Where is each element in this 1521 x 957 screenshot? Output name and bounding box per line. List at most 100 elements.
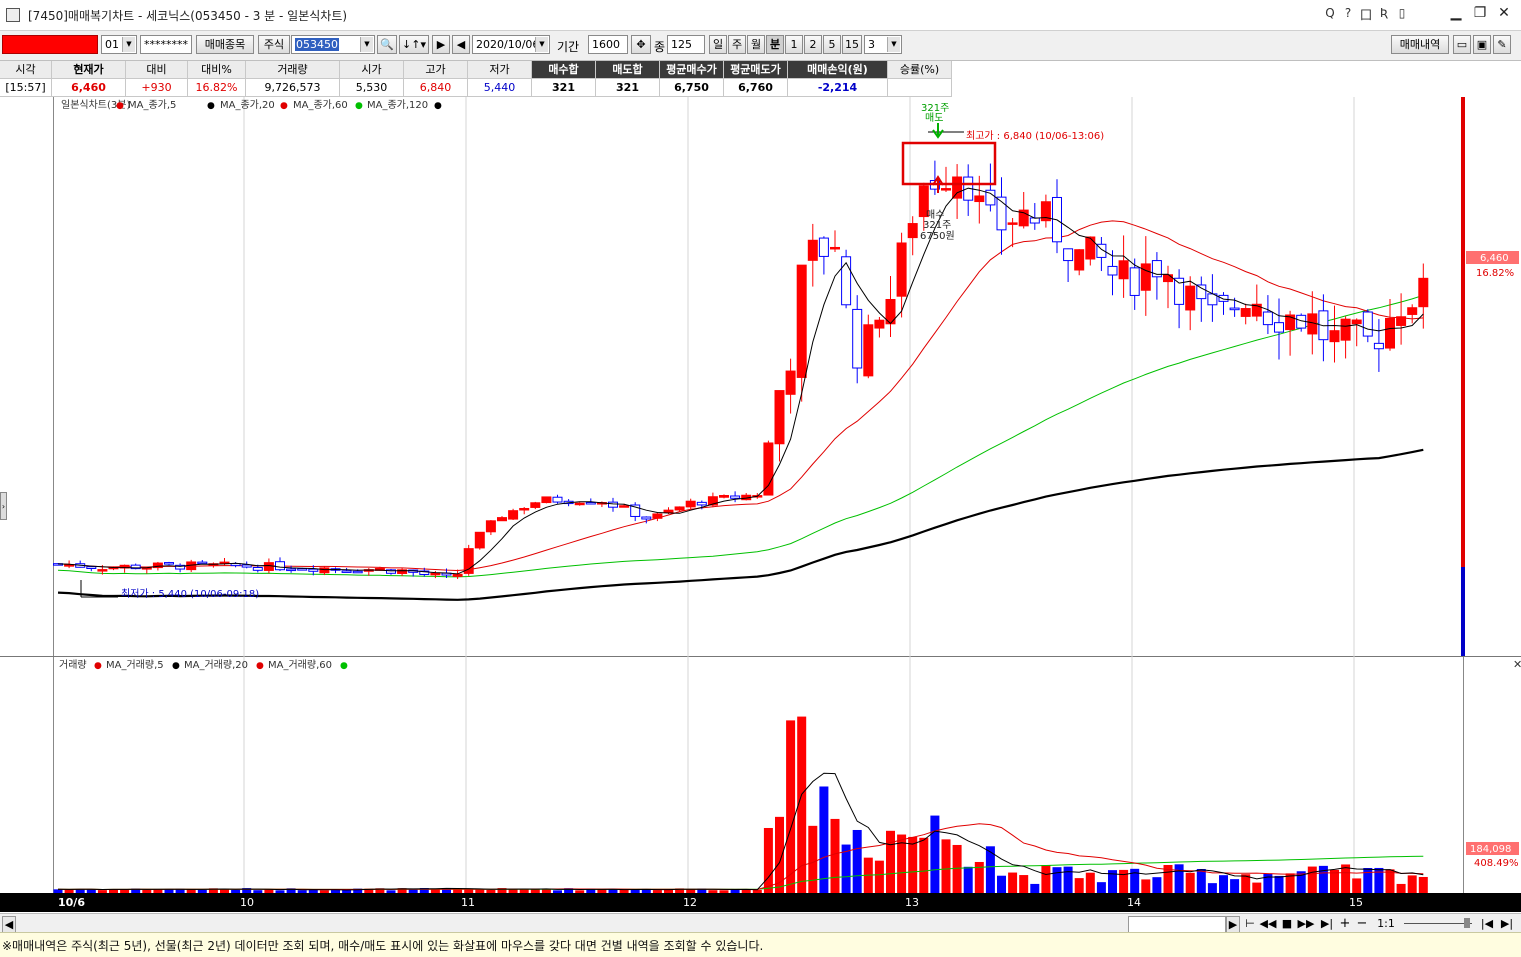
volume-bar xyxy=(1396,883,1406,893)
legend-dot: ● xyxy=(172,661,180,671)
scale-bar-down xyxy=(1461,567,1465,656)
candle-body xyxy=(874,319,885,329)
candle-body xyxy=(541,496,552,504)
side-expand-tab[interactable]: › xyxy=(0,492,7,520)
scroll-left-icon[interactable]: ◀ xyxy=(2,916,16,933)
sort-icon[interactable]: ↓↑▾ xyxy=(399,35,429,54)
skip-forward-icon[interactable]: ▶| xyxy=(1318,916,1336,931)
help-icon[interactable]: ? xyxy=(1340,6,1356,20)
zoom-ratio[interactable]: 1:1 xyxy=(1372,916,1400,931)
stock-code-value: 053450 xyxy=(295,38,339,51)
legend-dot: ● xyxy=(256,661,264,671)
scroll-thumb[interactable] xyxy=(1128,916,1226,933)
period-month-button[interactable]: 월 xyxy=(747,35,765,54)
trade-items-button[interactable]: 매매종목 xyxy=(196,35,254,54)
volume-bar xyxy=(786,720,796,893)
title-bar: [7450]매매복기차트 - 세코닉스(053450 - 3 분 - 일본식차트… xyxy=(0,0,1521,31)
legend-vma5: MA_거래량,5 xyxy=(106,659,164,671)
fast-forward-icon[interactable]: ▶▶ xyxy=(1297,916,1315,931)
pin-icon[interactable]: ▯ xyxy=(1394,6,1410,20)
first-page-icon[interactable]: ⊢ xyxy=(1243,916,1257,931)
candle-body xyxy=(508,510,519,520)
volume-bar xyxy=(1207,883,1217,893)
chart-type-icon[interactable]: ✥ xyxy=(631,35,651,54)
period-day-button[interactable]: 일 xyxy=(709,35,727,54)
minute-2-button[interactable]: 2 xyxy=(804,35,822,54)
volume-bar xyxy=(1008,872,1018,893)
info-high: 6,840 xyxy=(404,79,468,97)
candle-body xyxy=(164,562,174,565)
prev-arrow-icon[interactable]: ◀ xyxy=(452,35,470,54)
layout-icon[interactable]: 囗 xyxy=(1358,6,1374,23)
volume-bar xyxy=(1063,866,1073,893)
candle-body xyxy=(585,501,596,505)
candle-body xyxy=(241,564,252,568)
zoom-slider[interactable] xyxy=(1402,916,1474,931)
period-week-button[interactable]: 주 xyxy=(728,35,746,54)
info-header: 매도합 xyxy=(596,61,660,79)
chart-area[interactable]: 일본식차트(3분) ● MA_종가,5 ● MA_종가,20 ● MA_종가,6… xyxy=(0,97,1521,893)
window-title: [7450]매매복기차트 - 세코닉스(053450 - 3 분 - 일본식차트… xyxy=(28,9,348,23)
stop-icon[interactable]: ■ xyxy=(1280,916,1294,931)
low-price-label: 최저가 : 5,440 (10/06-09:18) xyxy=(121,588,259,600)
close-button[interactable]: ✕ xyxy=(1492,2,1516,24)
date-input[interactable]: 2020/10/06 ▼ xyxy=(472,35,550,54)
period-input[interactable]: 1600 xyxy=(588,35,628,54)
candle-body xyxy=(1396,316,1407,326)
volume-bar xyxy=(997,875,1006,893)
account-suffix-select[interactable]: 01 ▼ xyxy=(101,35,137,54)
last-bar-icon[interactable]: ▶| xyxy=(1500,916,1514,931)
maximize-button[interactable]: ❐ xyxy=(1468,2,1492,24)
candle-body xyxy=(841,256,852,306)
scale-bar-up xyxy=(1461,97,1465,567)
minute-15-button[interactable]: 15 xyxy=(842,35,862,54)
candle-body xyxy=(252,566,263,571)
volume-bar xyxy=(819,786,829,893)
candle-body xyxy=(941,188,951,191)
candle-body xyxy=(696,501,707,506)
wrench-icon[interactable]: ✎ xyxy=(1493,35,1511,54)
candle-body xyxy=(685,500,696,508)
rewind-icon[interactable]: ◀◀ xyxy=(1259,916,1277,931)
next-arrow-icon[interactable]: ▶ xyxy=(432,35,450,54)
candle-body xyxy=(485,520,496,533)
minute-5-button[interactable]: 5 xyxy=(823,35,841,54)
info-low: 5,440 xyxy=(468,79,532,97)
folder-icon[interactable]: ▭ xyxy=(1453,35,1471,54)
save-icon[interactable]: ▣ xyxy=(1473,35,1491,54)
legend-dot: ● xyxy=(434,101,442,111)
close-icon[interactable]: ✕ xyxy=(1513,658,1521,671)
minimize-button[interactable]: ▁ xyxy=(1444,2,1468,24)
stock-code-input[interactable]: 053450 ▼ xyxy=(291,35,375,54)
count-input[interactable]: 125 xyxy=(667,35,705,54)
volume-bar xyxy=(808,825,818,893)
current-price-tag-text: 6,460 xyxy=(1480,253,1509,264)
notice-text: ※매매내역은 주식(최근 5년), 선물(최근 2년) 데이터만 조회 되며, … xyxy=(2,939,764,953)
volume-bar xyxy=(1219,875,1228,893)
x-axis-label: 10 xyxy=(240,896,254,909)
trade-history-button[interactable]: 매매내역 xyxy=(1391,35,1449,54)
zoom-in-icon[interactable]: + xyxy=(1338,916,1352,931)
password-field[interactable]: ******** xyxy=(140,35,192,54)
count-label: 종 xyxy=(654,40,666,54)
minute-1-button[interactable]: 1 xyxy=(785,35,803,54)
info-avg-sell: 6,760 xyxy=(724,79,788,97)
refresh-icon[interactable]: Ʀ xyxy=(1376,6,1392,20)
zoom-out-icon[interactable]: − xyxy=(1355,916,1369,931)
candle-body xyxy=(319,567,330,574)
info-open: 5,530 xyxy=(340,79,404,97)
candle-body xyxy=(1362,311,1373,337)
scroll-right-icon[interactable]: ▶ xyxy=(1226,916,1240,933)
period-minute-button[interactable]: 분 xyxy=(766,35,784,54)
first-bar-icon[interactable]: |◀ xyxy=(1480,916,1494,931)
candle-body xyxy=(907,223,918,239)
info-header: 평균매수가 xyxy=(660,61,724,79)
candle-body xyxy=(852,308,863,369)
search-icon[interactable]: 🔍 xyxy=(377,35,397,54)
candle-body xyxy=(896,242,907,297)
query-icon[interactable]: Q xyxy=(1322,6,1338,20)
account-number-field[interactable] xyxy=(2,35,98,54)
minute-select[interactable]: 3 ▼ xyxy=(864,35,902,54)
market-type-button[interactable]: 주식 xyxy=(258,35,290,54)
chart-scrollbar[interactable]: ◀ ▶ ⊢ ◀◀ ■ ▶▶ ▶| + − 1:1 |◀ ▶| xyxy=(0,913,1521,933)
